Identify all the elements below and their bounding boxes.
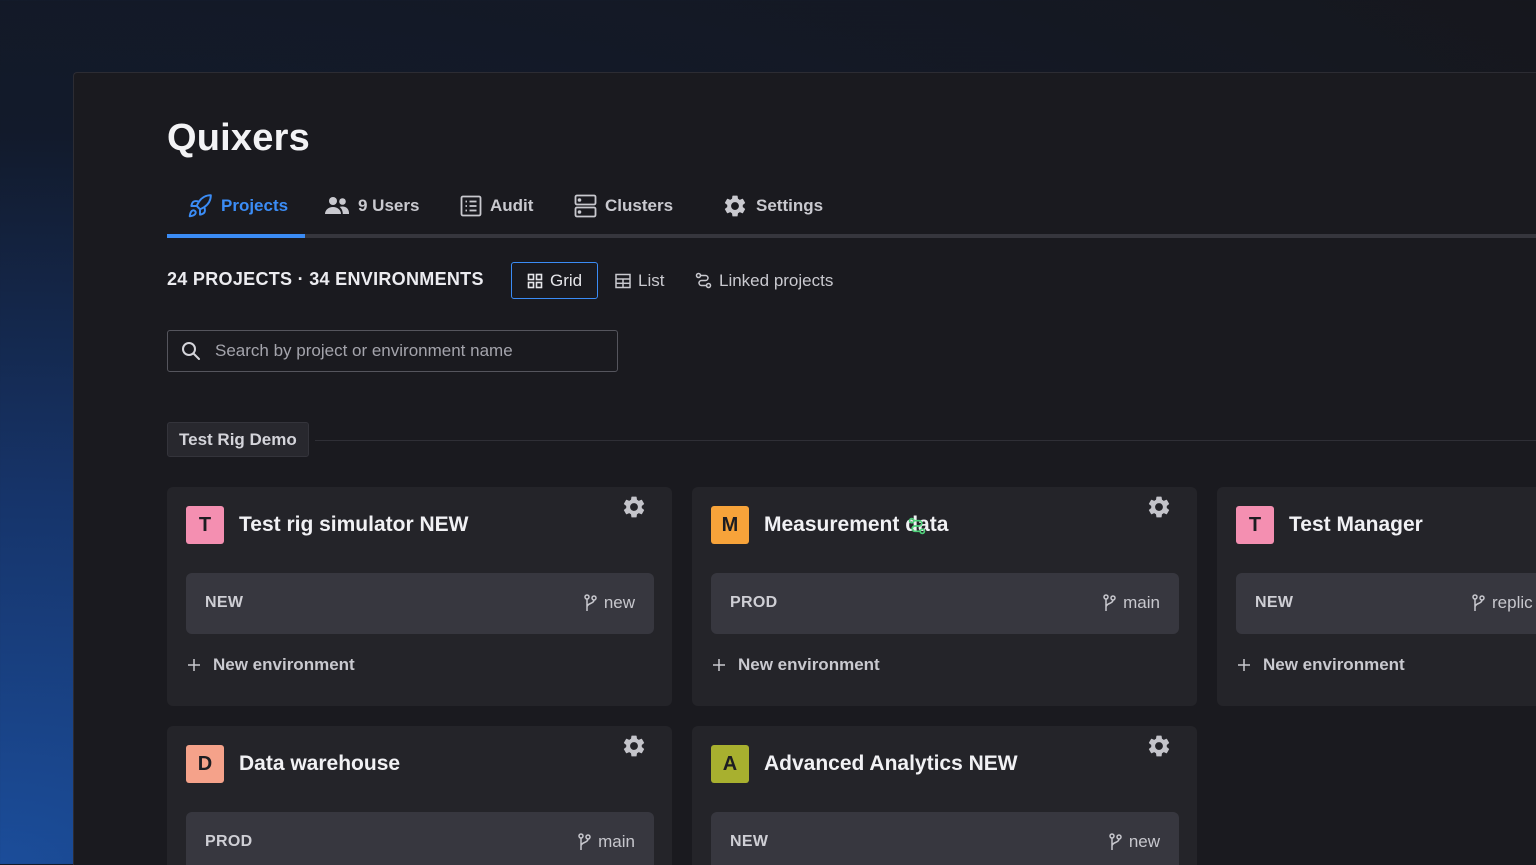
rocket-icon xyxy=(188,193,212,217)
environment-branch: main xyxy=(1103,593,1160,613)
view-label: Grid xyxy=(550,270,583,290)
audit-icon xyxy=(460,195,482,216)
linked-project-icon xyxy=(908,517,926,535)
branch-icon xyxy=(1472,594,1485,611)
branch-label: new xyxy=(603,593,635,612)
grid-icon xyxy=(527,273,543,288)
branch-icon xyxy=(1103,594,1116,611)
environment-name: NEW xyxy=(205,594,244,611)
new-environment-button[interactable]: New environment xyxy=(187,655,355,675)
app-window: Quixers Projects 9 Users Audit Clusters … xyxy=(73,72,1536,865)
environment-name: NEW xyxy=(730,833,769,850)
branch-label: replic xyxy=(1492,593,1533,612)
tab-bar: Projects 9 Users Audit Clusters Settings xyxy=(167,177,1536,238)
branch-label: main xyxy=(1123,593,1160,612)
group-divider xyxy=(315,440,1536,441)
project-card[interactable]: A Advanced Analytics NEW NEW new xyxy=(692,726,1197,865)
project-settings-icon[interactable] xyxy=(621,494,647,520)
project-name[interactable]: Advanced Analytics NEW xyxy=(764,752,1018,776)
view-label: List xyxy=(638,270,665,290)
environment-row[interactable]: PROD main xyxy=(711,573,1179,634)
environment-row[interactable]: PROD main xyxy=(186,812,654,865)
branch-icon xyxy=(578,833,591,850)
search-icon xyxy=(182,342,200,360)
tab-settings[interactable]: Settings xyxy=(722,177,823,234)
project-card[interactable]: D Data warehouse PROD main xyxy=(167,726,672,865)
tab-label: Clusters xyxy=(605,195,674,215)
project-settings-icon[interactable] xyxy=(1146,494,1172,520)
new-environment-label: New environment xyxy=(738,655,880,674)
environment-branch: replic xyxy=(1472,593,1533,613)
project-avatar: D xyxy=(186,745,224,783)
tab-users[interactable]: 9 Users xyxy=(324,177,419,234)
environment-name: PROD xyxy=(205,833,253,850)
branch-label: new xyxy=(1128,832,1160,851)
branch-icon xyxy=(584,594,597,611)
tab-projects[interactable]: Projects xyxy=(187,177,288,234)
plus-icon xyxy=(1238,659,1250,671)
tab-label: Projects xyxy=(221,195,289,215)
tab-audit[interactable]: Audit xyxy=(460,177,533,234)
tab-label: Audit xyxy=(490,195,534,215)
project-name[interactable]: Data warehouse xyxy=(239,752,400,776)
plus-icon xyxy=(188,659,200,671)
project-card[interactable]: T Test rig simulator NEW NEW new New env… xyxy=(167,487,672,706)
environment-branch: new xyxy=(584,593,635,613)
new-environment-label: New environment xyxy=(1263,655,1405,674)
project-avatar: T xyxy=(186,506,224,544)
linked-icon xyxy=(695,272,712,289)
card-header: T Test rig simulator NEW xyxy=(186,506,672,544)
project-settings-icon[interactable] xyxy=(1146,733,1172,759)
project-group-label: Test Rig Demo xyxy=(167,422,309,457)
project-avatar: T xyxy=(1236,506,1274,544)
tab-label: 9 Users xyxy=(358,195,420,215)
search-box xyxy=(167,330,618,372)
environment-branch: new xyxy=(1109,832,1160,852)
server-icon xyxy=(574,194,597,217)
new-environment-button[interactable]: New environment xyxy=(1237,655,1405,675)
environment-row[interactable]: NEW new xyxy=(711,812,1179,865)
tab-clusters[interactable]: Clusters xyxy=(574,177,673,234)
tab-label: Settings xyxy=(756,195,824,215)
card-header: M Measurement data xyxy=(711,506,1197,544)
gear-icon xyxy=(724,195,746,216)
users-icon xyxy=(325,196,349,214)
project-name[interactable]: Test Manager xyxy=(1289,513,1423,537)
environment-name: NEW xyxy=(1255,594,1294,611)
project-avatar: M xyxy=(711,506,749,544)
view-list-button[interactable]: List xyxy=(615,262,664,299)
card-header: T Test Manager xyxy=(1236,506,1536,544)
table-icon xyxy=(615,273,631,288)
page-title: Quixers xyxy=(167,117,310,159)
branch-icon xyxy=(1109,833,1122,850)
project-card[interactable]: M Measurement data PROD main New environ… xyxy=(692,487,1197,706)
search-input[interactable] xyxy=(213,340,597,362)
projects-summary: 24 PROJECTS · 34 ENVIRONMENTS xyxy=(167,269,484,289)
branch-label: main xyxy=(598,832,635,851)
project-name[interactable]: Test rig simulator NEW xyxy=(239,513,468,537)
project-card[interactable]: T Test Manager NEW replic New environmen… xyxy=(1217,487,1536,706)
environment-name: PROD xyxy=(730,594,778,611)
environment-branch: main xyxy=(578,832,635,852)
card-header: A Advanced Analytics NEW xyxy=(711,745,1197,783)
new-environment-button[interactable]: New environment xyxy=(712,655,880,675)
view-linked-button[interactable]: Linked projects xyxy=(695,262,833,299)
plus-icon xyxy=(713,659,725,671)
new-environment-label: New environment xyxy=(213,655,355,674)
project-avatar: A xyxy=(711,745,749,783)
environment-row[interactable]: NEW new xyxy=(186,573,654,634)
active-tab-indicator xyxy=(167,234,305,238)
card-header: D Data warehouse xyxy=(186,745,672,783)
view-label: Linked projects xyxy=(719,270,834,290)
environment-row[interactable]: NEW replic xyxy=(1236,573,1536,634)
view-grid-button[interactable]: Grid xyxy=(511,262,599,299)
project-settings-icon[interactable] xyxy=(621,733,647,759)
